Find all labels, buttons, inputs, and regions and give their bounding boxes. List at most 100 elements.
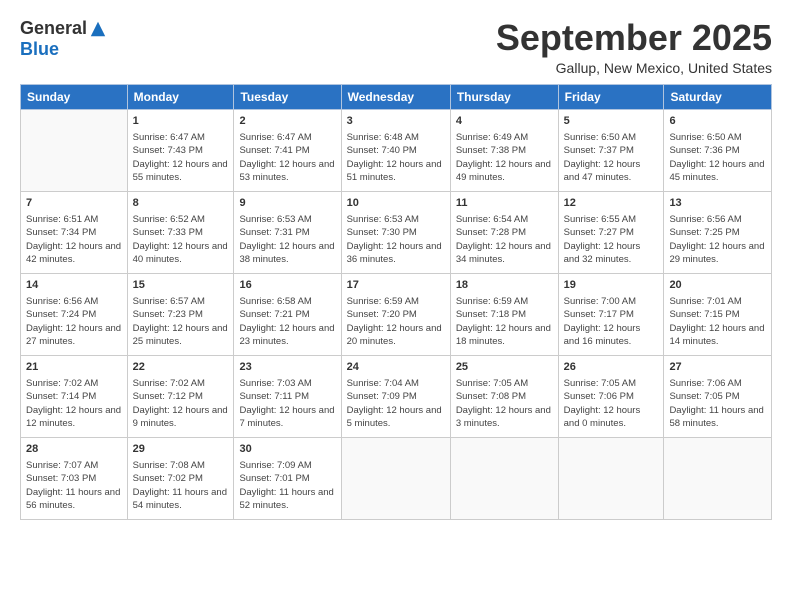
header-friday: Friday	[558, 84, 664, 109]
calendar-cell-w2-d4: 10 Sunrise: 6:53 AM Sunset: 7:30 PM Dayli…	[341, 191, 450, 273]
day-info: Sunrise: 6:54 AM Sunset: 7:28 PM Dayligh…	[456, 213, 553, 266]
day-number: 28	[26, 442, 122, 457]
day-info: Sunrise: 6:56 AM Sunset: 7:25 PM Dayligh…	[669, 213, 766, 266]
calendar-cell-w4-d1: 21 Sunrise: 7:02 AM Sunset: 7:14 PM Dayli…	[21, 355, 128, 437]
calendar-cell-w2-d1: 7Sunrise: 6:51 AM Sunset: 7:34 PM Daylig…	[21, 191, 128, 273]
header-thursday: Thursday	[450, 84, 558, 109]
main-container: General Blue September 2025 Gallup, New …	[0, 0, 792, 530]
calendar-cell-w3-d7: 20 Sunrise: 7:01 AM Sunset: 7:15 PM Dayli…	[664, 273, 772, 355]
calendar-cell-w5-d7	[664, 437, 772, 519]
day-number: 12	[564, 196, 659, 211]
calendar-cell-w4-d4: 24 Sunrise: 7:04 AM Sunset: 7:09 PM Dayli…	[341, 355, 450, 437]
day-number: 10	[347, 196, 445, 211]
week-row-4: 21 Sunrise: 7:02 AM Sunset: 7:14 PM Dayli…	[21, 355, 772, 437]
day-info: Sunrise: 6:52 AM Sunset: 7:33 PM Dayligh…	[133, 213, 229, 266]
calendar-cell-w2-d5: 11 Sunrise: 6:54 AM Sunset: 7:28 PM Dayli…	[450, 191, 558, 273]
calendar-cell-w2-d7: 13Sunrise: 6:56 AM Sunset: 7:25 PM Dayli…	[664, 191, 772, 273]
header: General Blue September 2025 Gallup, New …	[20, 18, 772, 76]
calendar-cell-w3-d4: 17 Sunrise: 6:59 AM Sunset: 7:20 PM Dayli…	[341, 273, 450, 355]
day-info: Sunrise: 7:08 AM Sunset: 7:02 PM Dayligh…	[133, 459, 229, 512]
calendar-cell-w1-d2: 1Sunrise: 6:47 AM Sunset: 7:43 PM Daylig…	[127, 109, 234, 191]
day-number: 27	[669, 360, 766, 375]
calendar-cell-w1-d4: 3Sunrise: 6:48 AM Sunset: 7:40 PM Daylig…	[341, 109, 450, 191]
day-info: Sunrise: 6:55 AM Sunset: 7:27 PM Dayligh…	[564, 213, 659, 266]
week-row-1: 1Sunrise: 6:47 AM Sunset: 7:43 PM Daylig…	[21, 109, 772, 191]
calendar-cell-w1-d7: 6 Sunrise: 6:50 AM Sunset: 7:36 PM Daylig…	[664, 109, 772, 191]
day-number: 11	[456, 196, 553, 211]
day-number: 20	[669, 278, 766, 293]
calendar-cell-w5-d2: 29 Sunrise: 7:08 AM Sunset: 7:02 PM Dayli…	[127, 437, 234, 519]
calendar-cell-w2-d6: 12 Sunrise: 6:55 AM Sunset: 7:27 PM Dayli…	[558, 191, 664, 273]
calendar-cell-w5-d5	[450, 437, 558, 519]
calendar-cell-w4-d6: 26 Sunrise: 7:05 AM Sunset: 7:06 PM Dayli…	[558, 355, 664, 437]
logo-blue-text: Blue	[20, 39, 59, 60]
day-number: 29	[133, 442, 229, 457]
calendar-header-row: Sunday Monday Tuesday Wednesday Thursday…	[21, 84, 772, 109]
calendar-cell-w3-d2: 15 Sunrise: 6:57 AM Sunset: 7:23 PM Dayli…	[127, 273, 234, 355]
day-number: 7	[26, 196, 122, 211]
day-number: 9	[239, 196, 335, 211]
header-sunday: Sunday	[21, 84, 128, 109]
day-info: Sunrise: 7:02 AM Sunset: 7:14 PM Dayligh…	[26, 377, 122, 430]
day-info: Sunrise: 7:02 AM Sunset: 7:12 PM Dayligh…	[133, 377, 229, 430]
day-number: 24	[347, 360, 445, 375]
calendar-cell-w4-d2: 22 Sunrise: 7:02 AM Sunset: 7:12 PM Dayli…	[127, 355, 234, 437]
day-number: 18	[456, 278, 553, 293]
day-number: 22	[133, 360, 229, 375]
day-info: Sunrise: 6:53 AM Sunset: 7:31 PM Dayligh…	[239, 213, 335, 266]
day-info: Sunrise: 6:56 AM Sunset: 7:24 PM Dayligh…	[26, 295, 122, 348]
day-info: Sunrise: 6:59 AM Sunset: 7:20 PM Dayligh…	[347, 295, 445, 348]
day-info: Sunrise: 6:59 AM Sunset: 7:18 PM Dayligh…	[456, 295, 553, 348]
day-info: Sunrise: 6:57 AM Sunset: 7:23 PM Dayligh…	[133, 295, 229, 348]
day-number: 26	[564, 360, 659, 375]
day-number: 17	[347, 278, 445, 293]
header-monday: Monday	[127, 84, 234, 109]
day-number: 25	[456, 360, 553, 375]
header-tuesday: Tuesday	[234, 84, 341, 109]
day-info: Sunrise: 7:06 AM Sunset: 7:05 PM Dayligh…	[669, 377, 766, 430]
day-info: Sunrise: 7:01 AM Sunset: 7:15 PM Dayligh…	[669, 295, 766, 348]
logo-icon	[89, 20, 107, 38]
month-title: September 2025	[496, 18, 772, 58]
logo: General Blue	[20, 18, 107, 60]
day-number: 5	[564, 114, 659, 129]
header-saturday: Saturday	[664, 84, 772, 109]
day-info: Sunrise: 6:49 AM Sunset: 7:38 PM Dayligh…	[456, 131, 553, 184]
day-number: 21	[26, 360, 122, 375]
day-info: Sunrise: 7:04 AM Sunset: 7:09 PM Dayligh…	[347, 377, 445, 430]
logo-general-text: General	[20, 18, 87, 39]
day-info: Sunrise: 6:48 AM Sunset: 7:40 PM Dayligh…	[347, 131, 445, 184]
day-info: Sunrise: 6:53 AM Sunset: 7:30 PM Dayligh…	[347, 213, 445, 266]
day-number: 6	[669, 114, 766, 129]
calendar-cell-w4-d7: 27 Sunrise: 7:06 AM Sunset: 7:05 PM Dayli…	[664, 355, 772, 437]
day-number: 4	[456, 114, 553, 129]
calendar-cell-w4-d3: 23Sunrise: 7:03 AM Sunset: 7:11 PM Dayli…	[234, 355, 341, 437]
day-number: 23	[239, 360, 335, 375]
day-number: 8	[133, 196, 229, 211]
day-number: 19	[564, 278, 659, 293]
calendar-cell-w2-d2: 8 Sunrise: 6:52 AM Sunset: 7:33 PM Daylig…	[127, 191, 234, 273]
day-number: 30	[239, 442, 335, 457]
calendar-cell-w5-d3: 30 Sunrise: 7:09 AM Sunset: 7:01 PM Dayli…	[234, 437, 341, 519]
day-info: Sunrise: 7:09 AM Sunset: 7:01 PM Dayligh…	[239, 459, 335, 512]
day-info: Sunrise: 6:50 AM Sunset: 7:36 PM Dayligh…	[669, 131, 766, 184]
header-wednesday: Wednesday	[341, 84, 450, 109]
day-info: Sunrise: 6:47 AM Sunset: 7:41 PM Dayligh…	[239, 131, 335, 184]
calendar-cell-w5-d1: 28Sunrise: 7:07 AM Sunset: 7:03 PM Dayli…	[21, 437, 128, 519]
day-info: Sunrise: 7:05 AM Sunset: 7:06 PM Dayligh…	[564, 377, 659, 430]
day-info: Sunrise: 7:00 AM Sunset: 7:17 PM Dayligh…	[564, 295, 659, 348]
calendar-cell-w1-d6: 5 Sunrise: 6:50 AM Sunset: 7:37 PM Daylig…	[558, 109, 664, 191]
calendar-cell-w1-d1	[21, 109, 128, 191]
calendar-cell-w3-d5: 18 Sunrise: 6:59 AM Sunset: 7:18 PM Dayli…	[450, 273, 558, 355]
calendar-cell-w1-d5: 4 Sunrise: 6:49 AM Sunset: 7:38 PM Daylig…	[450, 109, 558, 191]
calendar-cell-w4-d5: 25 Sunrise: 7:05 AM Sunset: 7:08 PM Dayli…	[450, 355, 558, 437]
week-row-2: 7Sunrise: 6:51 AM Sunset: 7:34 PM Daylig…	[21, 191, 772, 273]
day-number: 15	[133, 278, 229, 293]
week-row-5: 28Sunrise: 7:07 AM Sunset: 7:03 PM Dayli…	[21, 437, 772, 519]
day-info: Sunrise: 6:50 AM Sunset: 7:37 PM Dayligh…	[564, 131, 659, 184]
calendar-table: Sunday Monday Tuesday Wednesday Thursday…	[20, 84, 772, 520]
calendar-cell-w1-d3: 2Sunrise: 6:47 AM Sunset: 7:41 PM Daylig…	[234, 109, 341, 191]
calendar-cell-w3-d3: 16Sunrise: 6:58 AM Sunset: 7:21 PM Dayli…	[234, 273, 341, 355]
day-info: Sunrise: 6:47 AM Sunset: 7:43 PM Dayligh…	[133, 131, 229, 184]
day-info: Sunrise: 7:05 AM Sunset: 7:08 PM Dayligh…	[456, 377, 553, 430]
